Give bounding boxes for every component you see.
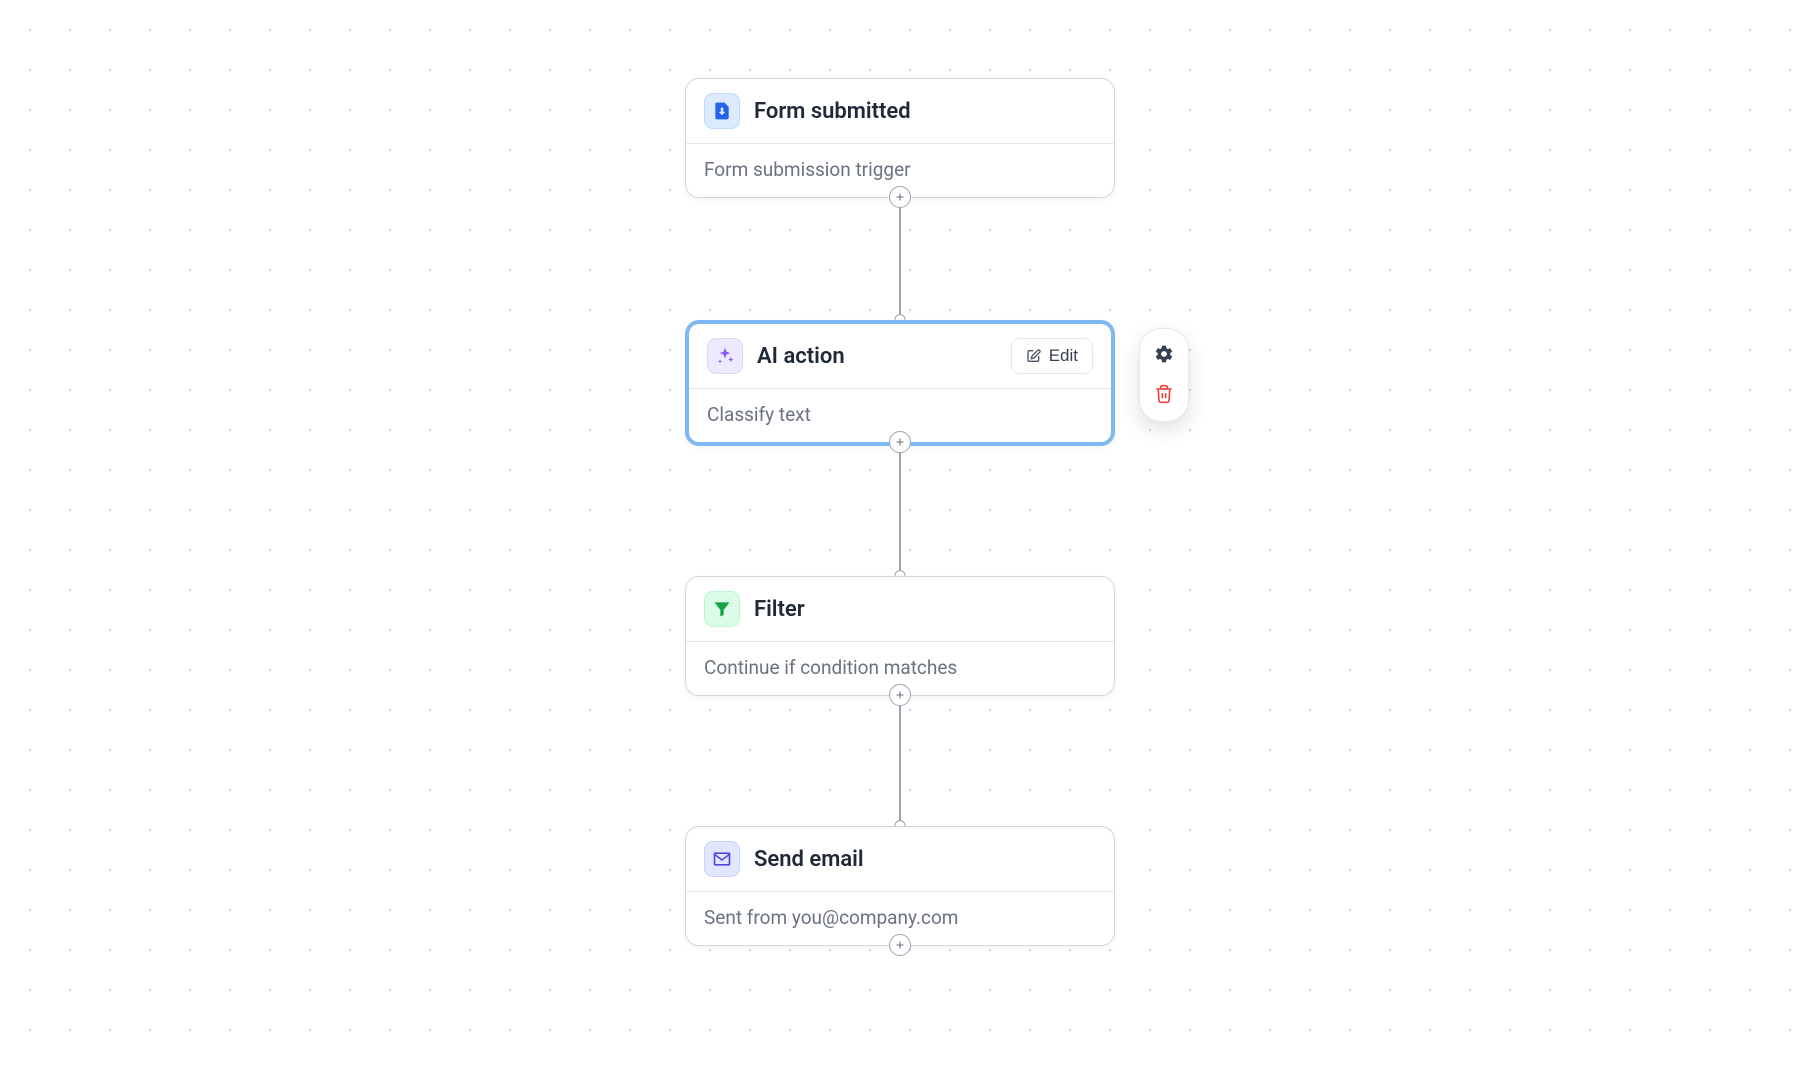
node-title: Send email xyxy=(754,847,1096,872)
workflow-node[interactable]: Form submitted Form submission trigger xyxy=(685,78,1115,198)
node-header: Form submitted xyxy=(686,79,1114,144)
node-title: AI action xyxy=(757,344,997,369)
sparkle-icon xyxy=(707,338,743,374)
add-step-button[interactable] xyxy=(889,186,911,208)
node-title: Filter xyxy=(754,597,1096,622)
settings-button[interactable] xyxy=(1146,337,1182,373)
gear-icon xyxy=(1154,344,1174,367)
mail-icon xyxy=(704,841,740,877)
add-step-button[interactable] xyxy=(889,431,911,453)
workflow-node[interactable]: Send email Sent from you@company.com xyxy=(685,826,1115,946)
node-title: Form submitted xyxy=(754,99,1096,124)
node-header: AI action Edit xyxy=(689,324,1111,389)
node-filter[interactable]: Filter Continue if condition matches xyxy=(685,576,1115,696)
add-step-button[interactable] xyxy=(889,684,911,706)
connector xyxy=(899,198,901,320)
workflow-node[interactable]: Filter Continue if condition matches xyxy=(685,576,1115,696)
add-step-button[interactable] xyxy=(889,934,911,956)
funnel-icon xyxy=(704,591,740,627)
node-header: Filter xyxy=(686,577,1114,642)
file-download-icon xyxy=(704,93,740,129)
node-action-toolbar xyxy=(1139,328,1189,422)
node-form-submitted[interactable]: Form submitted Form submission trigger xyxy=(685,78,1115,198)
node-ai-action[interactable]: AI action Edit Classify text xyxy=(685,320,1115,446)
workflow-node[interactable]: AI action Edit Classify text xyxy=(685,320,1115,446)
trash-icon xyxy=(1154,384,1174,407)
workflow-canvas[interactable]: Form submitted Form submission trigger A… xyxy=(0,0,1800,1067)
connector xyxy=(899,446,901,576)
node-header: Send email xyxy=(686,827,1114,892)
workflow-flow: Form submitted Form submission trigger A… xyxy=(685,78,1115,946)
delete-button[interactable] xyxy=(1146,377,1182,413)
edit-button-label: Edit xyxy=(1049,346,1078,366)
connector xyxy=(899,696,901,826)
node-send-email[interactable]: Send email Sent from you@company.com xyxy=(685,826,1115,946)
edit-button[interactable]: Edit xyxy=(1011,338,1093,374)
